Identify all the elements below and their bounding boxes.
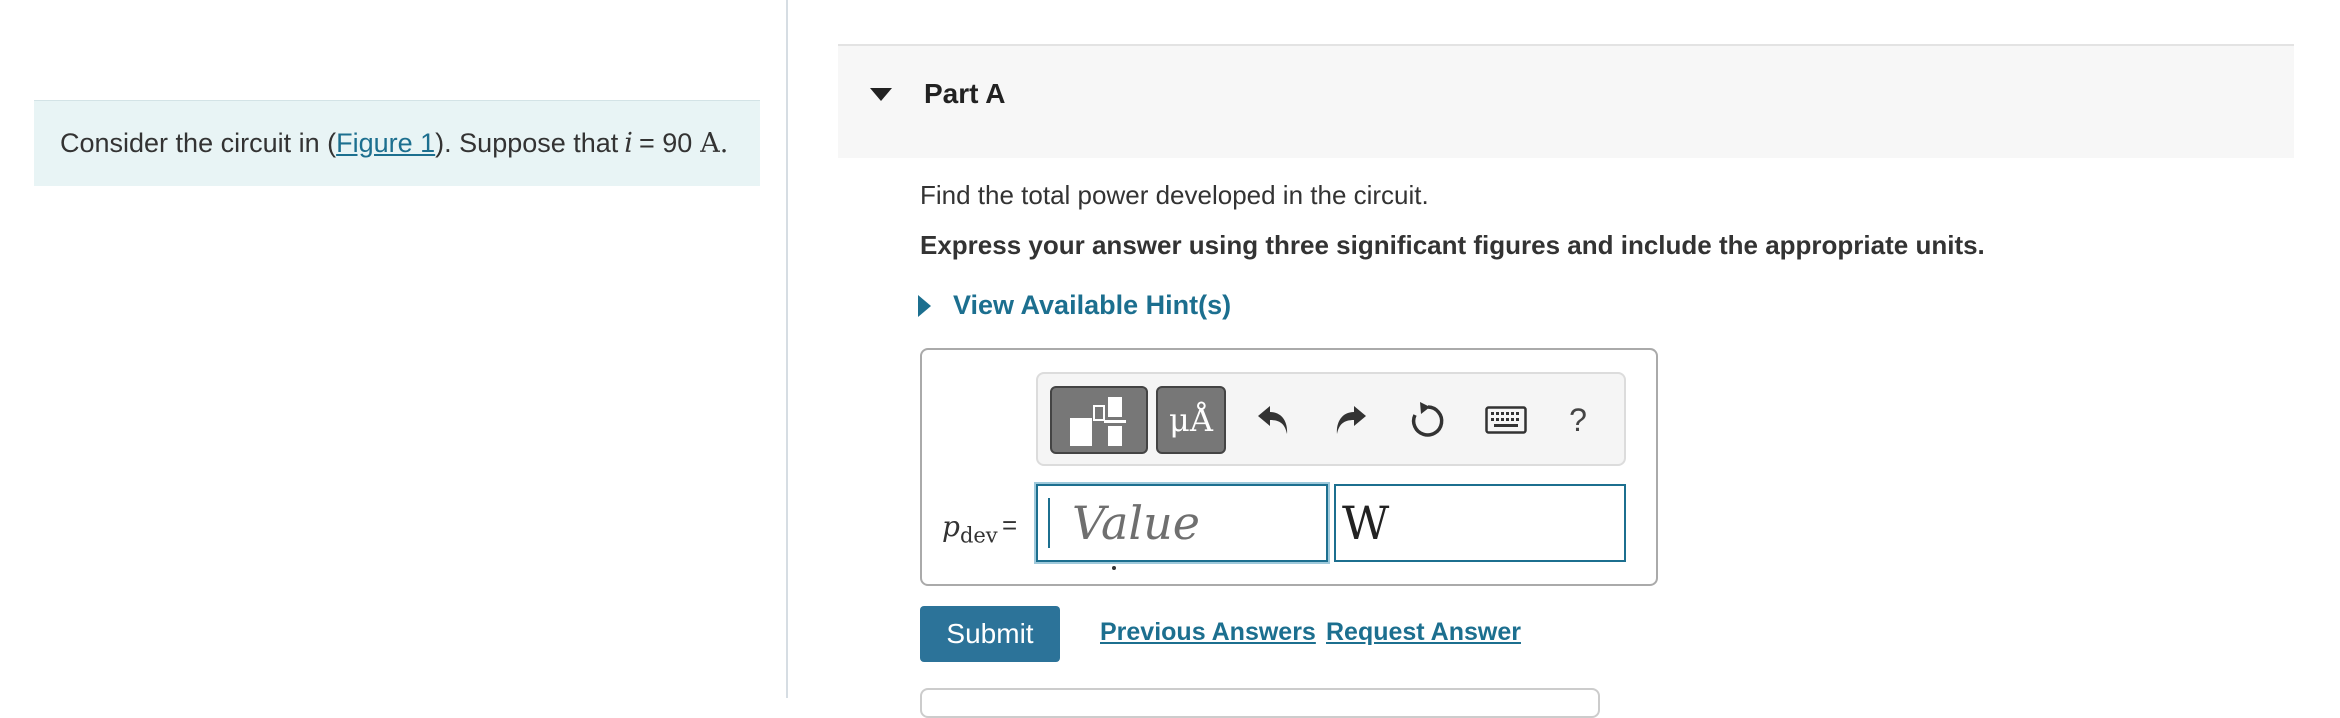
- collapse-caret-icon[interactable]: [870, 88, 892, 101]
- undo-button[interactable]: [1246, 392, 1302, 448]
- equals-sign: =: [1002, 510, 1018, 540]
- undo-icon: [1258, 406, 1288, 434]
- instruction-text: Express your answer using three signific…: [920, 230, 1985, 260]
- problem-statement: Consider the circuit in (Figure 1). Supp…: [34, 100, 760, 186]
- question-text: Find the total power developed in the ci…: [920, 180, 1429, 210]
- value-input[interactable]: [1036, 484, 1328, 562]
- submit-button[interactable]: Submit: [920, 606, 1060, 662]
- input-dot: [1112, 566, 1116, 570]
- view-hints-link[interactable]: View Available Hint(s): [918, 290, 1231, 321]
- figure-link[interactable]: Figure 1: [336, 128, 435, 159]
- problem-prefix: Consider the circuit in (: [60, 128, 337, 158]
- part-title: Part A: [924, 78, 1006, 109]
- expand-caret-icon: [918, 294, 931, 317]
- problem-pane: Consider the circuit in (Figure 1). Supp…: [0, 0, 786, 698]
- reset-icon: [1411, 402, 1444, 437]
- feedback-box: [920, 688, 1600, 718]
- help-button[interactable]: ?: [1550, 392, 1606, 448]
- part-header[interactable]: Part A: [838, 44, 2294, 158]
- keyboard-button[interactable]: [1474, 392, 1538, 448]
- math-toolbar: μÅ ?: [1036, 372, 1626, 466]
- problem-suffix: ). Suppose that: [435, 128, 619, 158]
- text-cursor: [1048, 498, 1050, 548]
- pane-divider[interactable]: [786, 0, 788, 698]
- redo-icon: [1336, 406, 1366, 434]
- reset-button[interactable]: [1398, 392, 1454, 448]
- templates-icon: [1070, 397, 1126, 446]
- request-answer-link[interactable]: Request Answer: [1326, 618, 1521, 647]
- current-unit: A.: [700, 128, 729, 159]
- current-variable: i: [624, 128, 633, 159]
- units-label: μÅ: [1169, 401, 1213, 439]
- help-label: ?: [1569, 401, 1587, 438]
- hint-label: View Available Hint(s): [953, 290, 1232, 320]
- redo-button[interactable]: [1322, 392, 1378, 448]
- current-value: = 90: [638, 128, 693, 158]
- variable-main: p: [942, 510, 960, 543]
- unit-input[interactable]: [1334, 484, 1626, 562]
- units-button[interactable]: μÅ: [1156, 386, 1226, 454]
- answer-variable: pdev: [942, 510, 998, 548]
- variable-subscript: dev: [959, 523, 998, 548]
- previous-answers-link[interactable]: Previous Answers: [1100, 618, 1316, 647]
- templates-button[interactable]: [1050, 386, 1148, 454]
- answer-box: μÅ ? pdev = Value W: [920, 348, 1658, 586]
- keyboard-icon: [1485, 406, 1527, 434]
